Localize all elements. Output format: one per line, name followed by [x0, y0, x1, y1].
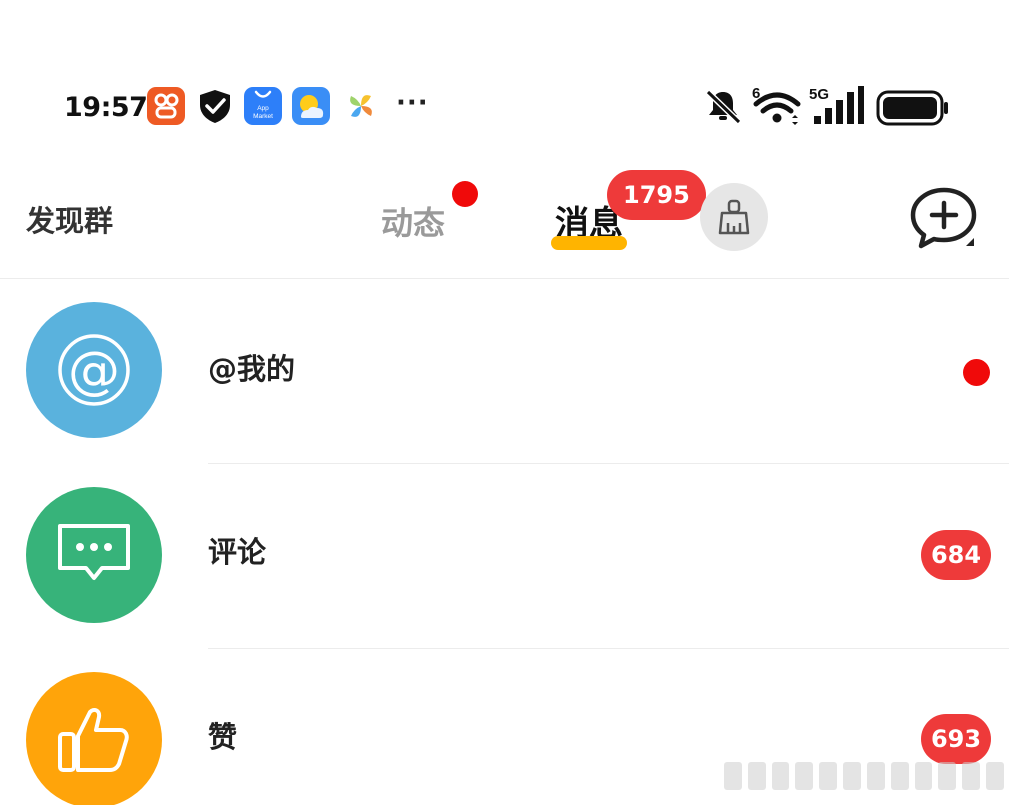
- status-time: 19:57: [64, 92, 148, 123]
- at-sign-icon: @: [26, 302, 162, 438]
- unread-count-badge: 684: [921, 530, 991, 580]
- divider: [208, 648, 1009, 649]
- feed-unread-dot: [452, 181, 478, 207]
- new-message-button[interactable]: [906, 186, 978, 250]
- list-item-comments[interactable]: 评论 684: [0, 465, 1009, 650]
- more-notifications-icon: ···: [396, 88, 429, 118]
- unread-count-badge: 693: [921, 714, 991, 764]
- status-bar: 19:57 App Market ··· 6 5G: [0, 78, 1009, 138]
- taobao-icon: [147, 87, 185, 125]
- discover-groups-button[interactable]: 发现群: [26, 198, 113, 240]
- app-market-label: App: [257, 105, 269, 112]
- wifi-icon: 6: [750, 84, 804, 134]
- list-item-label: 赞: [208, 720, 238, 754]
- unread-dot: [963, 359, 990, 386]
- clear-unread-button[interactable]: [700, 183, 768, 251]
- bell-muted-icon: [703, 88, 743, 128]
- divider: [208, 463, 1009, 464]
- weather-icon: [292, 87, 330, 125]
- broom-icon: [718, 199, 750, 235]
- cellular-signal-icon: 5G: [808, 84, 866, 132]
- shield-check-icon: [196, 87, 234, 125]
- tab-feed[interactable]: 动态: [381, 198, 445, 244]
- list-item-mentions[interactable]: @ @我的: [0, 280, 1009, 465]
- list-item-label: @我的: [208, 352, 296, 386]
- comment-bubble-icon: [26, 487, 162, 623]
- chat-add-icon: [910, 187, 977, 249]
- pinwheel-icon: [342, 87, 380, 125]
- messages-screen: 19:57 App Market ··· 6 5G 发现群 动态 消息 1795…: [0, 0, 1009, 805]
- active-tab-indicator: [551, 236, 627, 250]
- battery-icon: [876, 90, 950, 130]
- watermark: [724, 762, 1004, 798]
- app-market-label-2: Market: [253, 113, 273, 120]
- list-item-label: 评论: [208, 535, 267, 569]
- messages-count-badge: 1795: [607, 170, 706, 220]
- svg-text:@: @: [68, 341, 120, 401]
- network-type-label: 5G: [809, 86, 829, 103]
- thumbs-up-icon: [26, 672, 162, 805]
- top-nav-bar: 发现群 动态 消息 1795: [0, 160, 1009, 279]
- app-market-icon: App Market: [244, 87, 282, 125]
